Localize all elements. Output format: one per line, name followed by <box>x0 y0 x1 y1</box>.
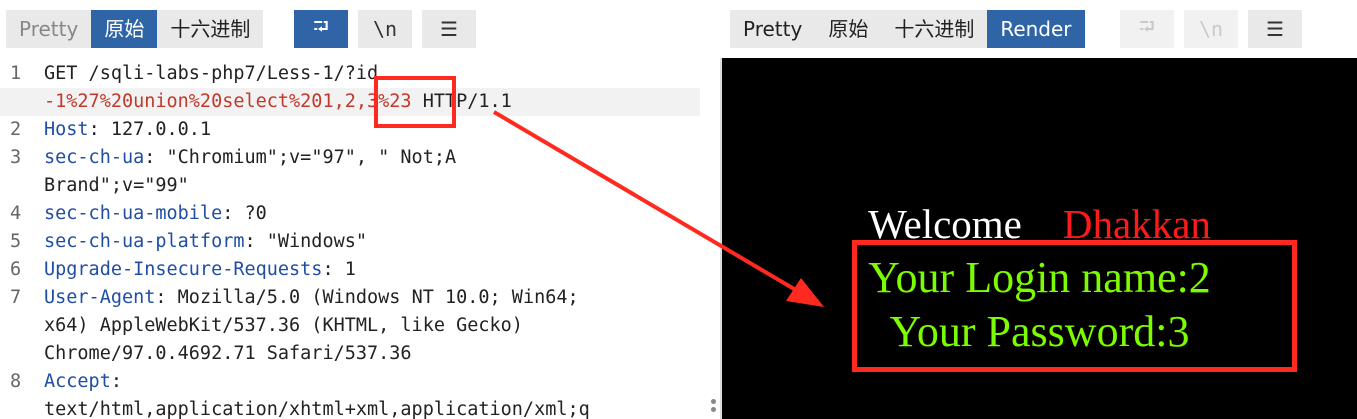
code-line: 6 Upgrade-Insecure-Requests: 1 <box>0 256 700 284</box>
line-text: sec-ch-ua-mobile: ?0 <box>44 200 267 228</box>
code-line: Brand";v="99" <box>0 172 700 200</box>
header-value: Chrome/97.0.4692.71 Safari/537.36 <box>44 343 412 364</box>
line-number: 3 <box>10 147 22 168</box>
tab-raw[interactable]: 原始 <box>91 10 158 48</box>
newline-button[interactable]: \n <box>1184 10 1238 48</box>
menu-icon: ☰ <box>1266 17 1284 41</box>
header-value: : ?0 <box>222 203 267 224</box>
header-name: Accept <box>44 371 111 392</box>
tab-pretty[interactable]: Pretty <box>6 10 92 48</box>
line-number: 8 <box>10 371 22 392</box>
menu-icon: ☰ <box>440 17 458 41</box>
header-name: Host <box>44 119 89 140</box>
request-editor[interactable]: 1 GET /sqli-labs-php7/Less-1/?id -1%27%20u… <box>0 60 700 419</box>
code-line: text/html,application/xhtml+xml,applicat… <box>0 396 700 419</box>
line-text: text/html,application/xhtml+xml,applicat… <box>44 396 590 419</box>
line-text: Upgrade-Insecure-Requests: 1 <box>44 256 356 284</box>
code-line: 1 GET /sqli-labs-php7/Less-1/?id <box>0 60 700 88</box>
wrap-icon: ⮒ <box>313 14 329 38</box>
menu-button[interactable]: ☰ <box>422 10 476 48</box>
code-line: -1%27%20union%20select%201,2,3%23 HTTP/1… <box>0 88 700 116</box>
header-value: : "Windows" <box>244 231 368 252</box>
line-number: 2 <box>10 119 22 140</box>
code-line: 7 User-Agent: Mozilla/5.0 (Windows NT 10.… <box>0 284 700 312</box>
header-name: User-Agent <box>44 287 156 308</box>
wrap-button[interactable]: ⮒ <box>1120 10 1174 48</box>
request-toolbar: Pretty 原始 十六进制 ⮒ \n ☰ <box>0 0 710 58</box>
header-name: Upgrade-Insecure-Requests <box>44 259 323 280</box>
tab-hex[interactable]: 十六进制 <box>157 10 264 48</box>
payload-highlight-box <box>374 76 456 128</box>
newline-button[interactable]: \n <box>358 10 412 48</box>
header-value: Brand";v="99" <box>44 175 189 196</box>
code-line: Chrome/97.0.4692.71 Safari/537.36 <box>0 340 700 368</box>
line-text: Chrome/97.0.4692.71 Safari/537.36 <box>44 340 412 368</box>
request-view-tabs: Pretty 原始 十六进制 <box>6 10 264 48</box>
tab-render[interactable]: Render <box>987 10 1085 48</box>
resize-handle[interactable] <box>711 399 717 415</box>
header-name: sec-ch-ua-platform <box>44 231 245 252</box>
tab-pretty[interactable]: Pretty <box>730 10 816 48</box>
header-value: : 1 <box>322 259 356 280</box>
line-text: sec-ch-ua-platform: "Windows" <box>44 228 367 256</box>
tab-raw[interactable]: 原始 <box>815 10 882 48</box>
header-value: : <box>110 371 122 392</box>
code-line: x64) AppleWebKit/537.36 (KHTML, like Gec… <box>0 312 700 340</box>
newline-icon: \n <box>372 17 398 41</box>
injection-payload: -1%27%20union%20select%201,2,3%23 <box>44 91 412 112</box>
handle-dot <box>711 399 716 404</box>
header-value: text/html,application/xhtml+xml,applicat… <box>44 399 590 419</box>
code-line: 5 sec-ch-ua-platform: "Windows" <box>0 228 700 256</box>
line-number: 6 <box>10 259 22 280</box>
line-number: 7 <box>10 287 22 308</box>
line-text: sec-ch-ua: "Chromium";v="97", " Not;A <box>44 144 456 172</box>
line-text: Host: 127.0.0.1 <box>44 116 211 144</box>
line-text: GET /sqli-labs-php7/Less-1/?id <box>44 60 378 88</box>
line-number: 5 <box>10 231 22 252</box>
header-value: : "Chromium";v="97", " Not;A <box>144 147 457 168</box>
header-value: : Mozilla/5.0 (Windows NT 10.0; Win64; <box>155 287 579 308</box>
handle-dot <box>711 407 716 412</box>
menu-button[interactable]: ☰ <box>1248 10 1302 48</box>
header-value: : 127.0.0.1 <box>88 119 212 140</box>
tab-hex[interactable]: 十六进制 <box>881 10 988 48</box>
code-line: 8 Accept: <box>0 368 700 396</box>
line-text: Accept: <box>44 368 122 396</box>
line-text: x64) AppleWebKit/537.36 (KHTML, like Gec… <box>44 312 523 340</box>
header-value: GET /sqli-labs-php7/Less-1/?id <box>44 63 379 84</box>
header-name: sec-ch-ua-mobile <box>44 203 223 224</box>
newline-icon: \n <box>1198 17 1224 41</box>
result-highlight-box <box>852 240 1297 372</box>
request-panel: Pretty 原始 十六进制 ⮒ \n ☰ 1 GET /sqli-labs-ph… <box>0 0 710 419</box>
line-number: 4 <box>10 203 22 224</box>
header-value: x64) AppleWebKit/537.36 (KHTML, like Gec… <box>44 315 523 336</box>
wrap-icon: ⮒ <box>1139 14 1155 38</box>
wrap-button[interactable]: ⮒ <box>294 10 348 48</box>
code-line: 3 sec-ch-ua: "Chromium";v="97", " Not;A <box>0 144 700 172</box>
line-number: 1 <box>10 63 22 84</box>
line-text: Brand";v="99" <box>44 172 189 200</box>
header-name: sec-ch-ua <box>44 147 145 168</box>
code-line: 4 sec-ch-ua-mobile: ?0 <box>0 200 700 228</box>
line-text: User-Agent: Mozilla/5.0 (Windows NT 10.0… <box>44 284 579 312</box>
code-line: 2 Host: 127.0.0.1 <box>0 116 700 144</box>
response-view-tabs: Pretty 原始 十六进制 Render <box>730 10 1085 48</box>
response-toolbar: Pretty 原始 十六进制 Render ⮒ \n ☰ <box>722 0 1357 58</box>
